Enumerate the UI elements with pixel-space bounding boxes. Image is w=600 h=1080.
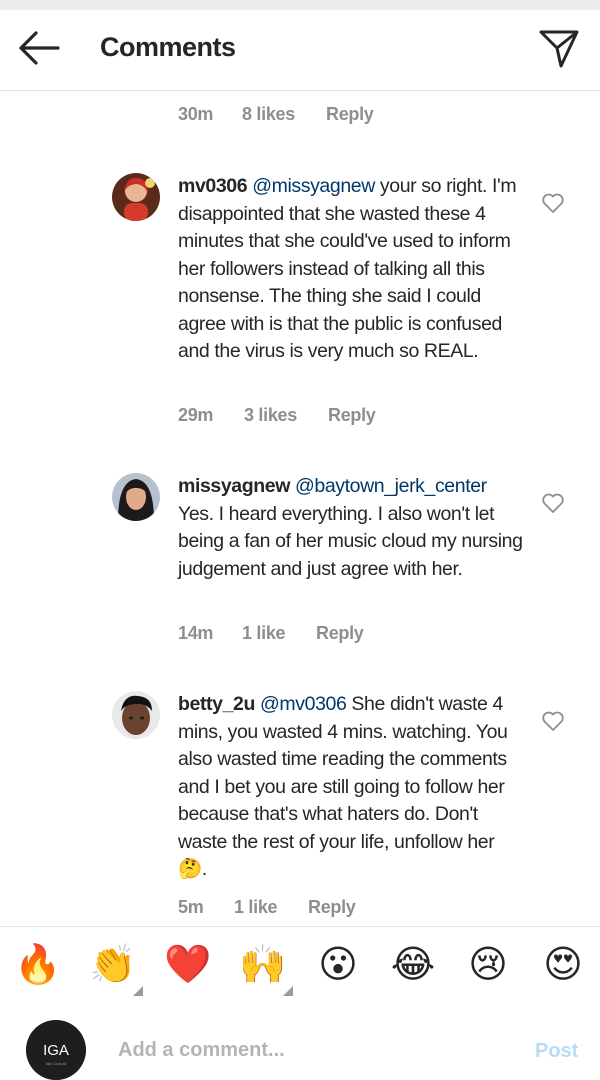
page-title: Comments <box>100 32 236 62</box>
comment-username[interactable]: mv0306 <box>178 175 248 197</box>
reply-button[interactable]: Reply <box>326 104 374 125</box>
comment-meta: 29m 3 likes Reply <box>178 405 376 426</box>
reply-button[interactable]: Reply <box>308 897 356 918</box>
comment-body: Yes. I heard everything. I also won't le… <box>178 502 523 580</box>
skin-tone-indicator-icon <box>133 986 143 996</box>
comment-body: She didn't waste 4 mins, you wasted 4 mi… <box>178 693 508 853</box>
crying-face-emoji-button[interactable]: 😢 <box>464 940 512 988</box>
comment-text: betty_2u @mv0306 She didn't waste 4 mins… <box>178 691 523 884</box>
comment-meta: 5m 1 like Reply <box>178 897 356 918</box>
comments-feed[interactable]: 30m 8 likes Reply mv0306 @missyagnew you… <box>0 91 600 926</box>
comment-username[interactable]: betty_2u <box>178 693 255 715</box>
heart-eyes-emoji-button[interactable]: 😍 <box>539 940 587 988</box>
comment-body: your so right. I'm disappointed that she… <box>178 175 517 362</box>
comment-mention[interactable]: @mv0306 <box>260 693 347 715</box>
avatar[interactable] <box>112 691 160 739</box>
comment-username[interactable]: missyagnew <box>178 475 290 497</box>
like-heart-icon[interactable] <box>541 492 565 514</box>
avatar[interactable] <box>112 173 160 221</box>
avatar[interactable] <box>112 473 160 521</box>
comment-meta: 14m 1 like Reply <box>178 623 364 644</box>
comment-likes[interactable]: 8 likes <box>242 104 326 125</box>
surprised-face-emoji-button[interactable]: 😮 <box>314 940 362 988</box>
comment-composer: IGA Ida Cook AI Post <box>0 1007 600 1080</box>
reply-button[interactable]: Reply <box>328 405 376 426</box>
like-heart-icon[interactable] <box>541 192 565 214</box>
avatar-logo-text: IGA <box>43 1042 69 1059</box>
clapping-hands-emoji-button[interactable]: 👏 <box>89 940 137 988</box>
heart-emoji-button[interactable]: ❤️ <box>164 940 212 988</box>
emoji-fragment-icon <box>208 91 238 97</box>
avatar-logo-subtext: Ida Cook AI <box>46 1061 67 1066</box>
comment-mention[interactable]: @missyagnew <box>252 175 375 197</box>
comment-likes[interactable]: 1 like <box>234 897 308 918</box>
skin-tone-indicator-icon <box>283 986 293 996</box>
comment-text: missyagnew @baytown_jerk_center Yes. I h… <box>178 473 523 583</box>
raising-hands-emoji-button[interactable]: 🙌 <box>239 940 287 988</box>
comment-meta: 30m 8 likes Reply <box>178 104 374 125</box>
like-heart-icon[interactable] <box>541 710 565 732</box>
fire-emoji-button[interactable]: 🔥 <box>14 940 62 988</box>
my-avatar[interactable]: IGA Ida Cook AI <box>26 1020 86 1080</box>
comment-mention[interactable]: @baytown_jerk_center <box>295 475 487 497</box>
comment-time: 5m <box>178 897 204 917</box>
back-arrow-icon[interactable] <box>18 30 60 66</box>
tears-of-joy-emoji-button[interactable]: 😂 <box>389 940 437 988</box>
comment-text: mv0306 @missyagnew your so right. I'm di… <box>178 173 523 366</box>
quick-emoji-bar: 🔥 👏 ❤️ 🙌 😮 😂 😢 😍 <box>0 926 600 1008</box>
direct-message-icon[interactable] <box>537 27 581 71</box>
comment-likes[interactable]: 1 like <box>242 623 316 644</box>
status-bar <box>0 0 600 10</box>
post-button[interactable]: Post <box>535 1040 578 1063</box>
comment-likes[interactable]: 3 likes <box>244 405 328 426</box>
comment-time: 29m <box>178 405 214 425</box>
thinking-emoji: 🤔 <box>178 858 202 880</box>
reply-button[interactable]: Reply <box>316 623 364 644</box>
comment-trail: . <box>201 858 207 880</box>
comment-time: 14m <box>178 623 214 643</box>
header: Comments <box>0 10 600 91</box>
add-comment-input[interactable] <box>118 1035 498 1065</box>
comment-time: 30m <box>178 104 214 124</box>
